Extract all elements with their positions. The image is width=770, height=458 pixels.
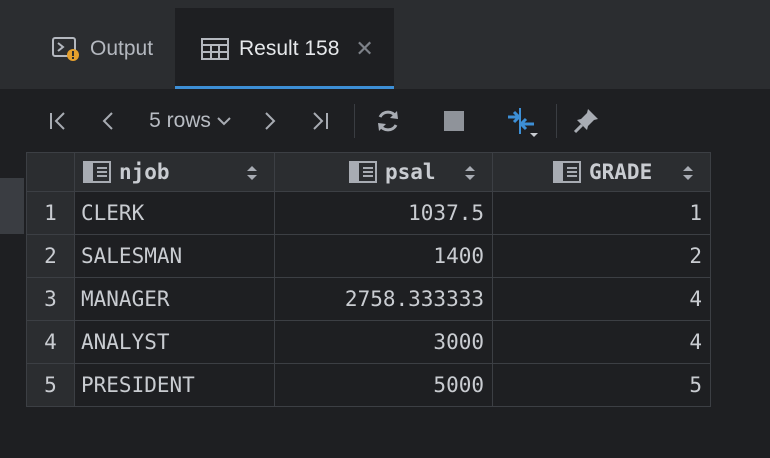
- tab-bar: Output Result 158 ✕: [0, 8, 770, 90]
- corner-cell: [26, 152, 75, 192]
- sort-icon[interactable]: [246, 163, 258, 187]
- column-label: GRADE: [589, 160, 653, 184]
- cell-njob[interactable]: CLERK: [74, 191, 275, 235]
- column-icon: [553, 161, 581, 183]
- next-page-icon[interactable]: [258, 90, 282, 152]
- cell-psal[interactable]: 5000: [274, 363, 493, 407]
- column-label: njob: [119, 160, 170, 184]
- table-row[interactable]: 1 CLERK 1037.5 1: [26, 191, 711, 235]
- cell-grade[interactable]: 1: [492, 191, 711, 235]
- cell-psal[interactable]: 2758.333333: [274, 277, 493, 321]
- row-number: 3: [26, 277, 75, 321]
- pin-icon[interactable]: [570, 90, 602, 152]
- cell-njob[interactable]: ANALYST: [74, 320, 275, 364]
- table-row[interactable]: 4 ANALYST 3000 4: [26, 320, 711, 364]
- cell-njob[interactable]: MANAGER: [74, 277, 275, 321]
- cell-njob[interactable]: PRESIDENT: [74, 363, 275, 407]
- rows-dropdown[interactable]: 5 rows: [140, 90, 240, 152]
- tab-output-label: Output: [90, 37, 154, 60]
- refresh-icon[interactable]: [372, 90, 404, 152]
- row-number: 4: [26, 320, 75, 364]
- result-toolbar: 5 rows: [0, 90, 770, 152]
- tab-result[interactable]: Result 158 ✕: [175, 8, 394, 90]
- cell-grade[interactable]: 4: [492, 277, 711, 321]
- compare-icon[interactable]: [502, 90, 542, 152]
- side-gutter: [0, 178, 24, 234]
- cell-psal[interactable]: 1037.5: [274, 191, 493, 235]
- tab-result-label: Result 158: [239, 37, 340, 60]
- row-number: 5: [26, 363, 75, 407]
- stop-icon[interactable]: [440, 90, 468, 152]
- results-area: njob psal GRADE 1 CLERK 1037.5 1 2 SALES…: [0, 152, 770, 458]
- top-strip: [0, 0, 770, 8]
- first-page-icon[interactable]: [44, 90, 72, 152]
- results-grid: njob psal GRADE 1 CLERK 1037.5 1 2 SALES…: [26, 152, 711, 407]
- column-icon: [349, 161, 377, 183]
- cell-psal[interactable]: 1400: [274, 234, 493, 278]
- sort-icon[interactable]: [682, 163, 694, 187]
- column-header-njob[interactable]: njob: [74, 152, 275, 192]
- sort-icon[interactable]: [464, 163, 476, 187]
- column-header-psal[interactable]: psal: [274, 152, 493, 192]
- cell-grade[interactable]: 5: [492, 363, 711, 407]
- toolbar-divider: [354, 104, 355, 138]
- toolbar-divider: [556, 104, 557, 138]
- row-number: 2: [26, 234, 75, 278]
- table-row[interactable]: 2 SALESMAN 1400 2: [26, 234, 711, 278]
- rows-count-label: 5 rows: [149, 109, 211, 132]
- close-icon[interactable]: ✕: [355, 36, 373, 62]
- row-number: 1: [26, 191, 75, 235]
- chevron-down-icon: [217, 116, 231, 126]
- prev-page-icon[interactable]: [96, 90, 120, 152]
- column-icon: [83, 161, 111, 183]
- column-label: psal: [385, 160, 436, 184]
- cell-psal[interactable]: 3000: [274, 320, 493, 364]
- header-row: njob psal GRADE: [26, 152, 711, 192]
- table-row[interactable]: 3 MANAGER 2758.333333 4: [26, 277, 711, 321]
- table-icon: [201, 38, 229, 60]
- tab-output[interactable]: Output: [52, 8, 153, 90]
- cell-grade[interactable]: 2: [492, 234, 711, 278]
- last-page-icon[interactable]: [306, 90, 334, 152]
- column-header-grade[interactable]: GRADE: [492, 152, 711, 192]
- cell-grade[interactable]: 4: [492, 320, 711, 364]
- cell-njob[interactable]: SALESMAN: [74, 234, 275, 278]
- console-warning-icon: [52, 36, 80, 62]
- table-row[interactable]: 5 PRESIDENT 5000 5: [26, 363, 711, 407]
